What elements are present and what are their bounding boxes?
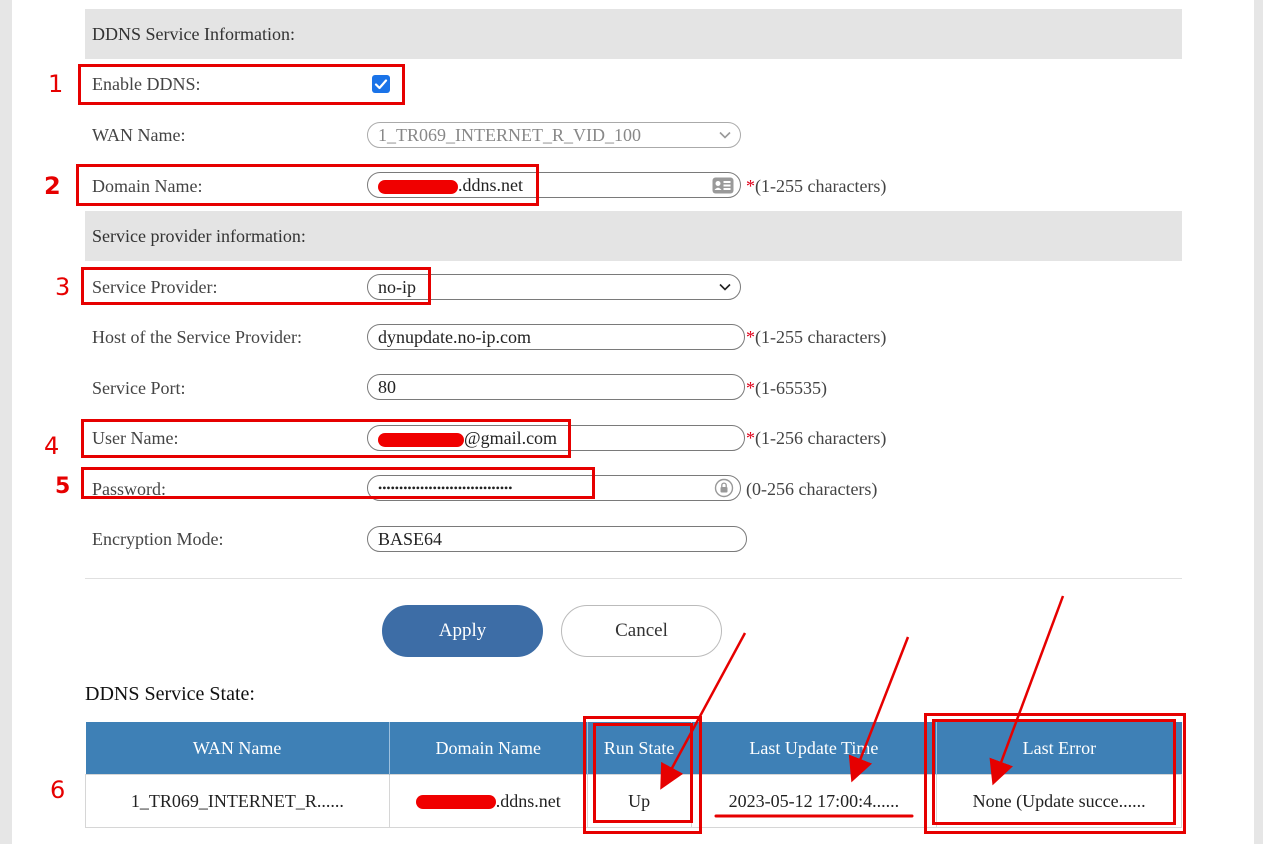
annotation-number: 2: [44, 172, 61, 200]
host-value: dynupdate.no-ip.com: [378, 327, 531, 347]
host-input[interactable]: dynupdate.no-ip.com: [367, 324, 745, 350]
cell-wan-name: 1_TR069_INTERNET_R......: [85, 774, 390, 828]
password-hint: (0-256 characters): [746, 477, 877, 501]
section-provider-info: Service provider information:: [85, 211, 1182, 261]
annotation-box-run-state-inner: [593, 723, 693, 823]
required-star: *: [746, 176, 755, 196]
column-header: WAN Name: [85, 722, 390, 775]
annotation-number: 6: [50, 776, 66, 804]
user-name-hint: *(1-256 characters): [746, 426, 886, 450]
host-label: Host of the Service Provider:: [92, 327, 302, 347]
encryption-mode-field: BASE64: [367, 526, 747, 552]
host-hint: *(1-255 characters): [746, 325, 886, 349]
hint-text: (0-256 characters): [746, 479, 878, 499]
chevron-down-icon: [719, 283, 731, 291]
required-star: *: [746, 327, 755, 347]
redacted-block: [415, 795, 496, 810]
service-port-value: 80: [378, 377, 396, 397]
annotation-box-3: [81, 267, 431, 305]
column-header: Last Update Time: [691, 722, 938, 775]
annotation-box-2: [76, 164, 539, 206]
service-port-hint: *(1-65535): [746, 376, 827, 400]
annotation-number: 4: [44, 432, 60, 460]
annotation-number: 3: [55, 273, 71, 301]
hint-text: (1-255 characters): [755, 327, 887, 347]
apply-button[interactable]: Apply: [382, 605, 543, 657]
annotation-box-4: [81, 419, 571, 458]
domain-suffix: .ddns.net: [495, 790, 561, 811]
hint-text: (1-65535): [755, 378, 827, 398]
cancel-button[interactable]: Cancel: [561, 605, 722, 657]
service-port-input[interactable]: 80: [367, 374, 745, 400]
cell-last-update: 2023-05-12 17:00:4......: [690, 774, 938, 828]
service-port-label: Service Port:: [92, 378, 186, 398]
cell-domain-name: .ddns.net: [388, 774, 588, 828]
domain-name-hint: *(1-255 characters): [746, 174, 886, 198]
required-star: *: [746, 378, 755, 398]
wan-name-label: WAN Name:: [92, 125, 186, 145]
chevron-down-icon: [719, 131, 731, 139]
annotation-box-last-error-inner: [932, 719, 1176, 825]
annotation-box-1: [78, 64, 405, 105]
form-divider: [85, 578, 1182, 579]
section-service-info: DDNS Service Information:: [85, 9, 1182, 59]
state-title: DDNS Service State:: [85, 683, 255, 705]
hint-text: (1-256 characters): [755, 428, 887, 448]
lock-eye-icon[interactable]: [714, 478, 734, 498]
wan-name-select[interactable]: 1_TR069_INTERNET_R_VID_100: [367, 122, 741, 148]
hint-text: (1-255 characters): [755, 176, 887, 196]
encryption-mode-value: BASE64: [378, 529, 443, 549]
required-star: *: [746, 428, 755, 448]
annotation-number: 1: [48, 70, 64, 98]
encryption-mode-label: Encryption Mode:: [92, 529, 224, 549]
wan-name-value: 1_TR069_INTERNET_R_VID_100: [378, 125, 641, 145]
column-header: Domain Name: [389, 722, 588, 775]
annotation-box-5: [81, 467, 595, 499]
annotation-number: 5: [55, 474, 71, 499]
contact-card-icon[interactable]: [712, 177, 734, 194]
